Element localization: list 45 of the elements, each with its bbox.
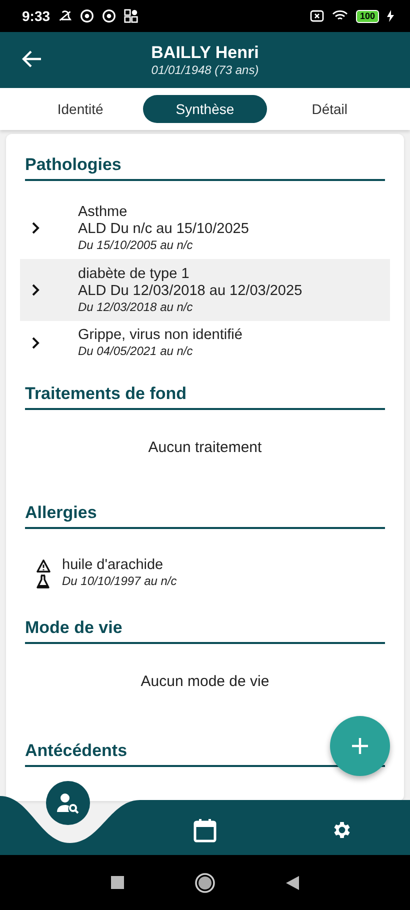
tab[interactable]: Identité [18,95,142,123]
pathology-row[interactable]: Grippe, virus non identifié Du 04/05/2021 au n/c [20,321,390,365]
tab[interactable]: Détail [268,95,392,123]
plus-icon [351,737,369,755]
section-title: Pathologies [25,154,385,181]
back-arrow-icon[interactable] [22,50,42,68]
home-icon[interactable] [194,872,216,894]
allergy-period: Du 10/10/1997 au n/c [62,574,178,589]
ald-period: ALD Du n/c au 15/10/2025 [78,220,249,238]
status-time: 9:33 [22,8,50,24]
pathology-name: Asthme [78,204,128,220]
section-title: Allergies [25,502,385,529]
chevron-icon [31,222,41,234]
section-title: Mode de vie [25,617,385,644]
allergy-name: huile d'arachide [62,557,164,574]
pathology-period: Du 04/05/2021 au n/c [78,344,194,359]
grid-icon [124,9,138,23]
target-icon [80,9,94,23]
tab[interactable]: Synthèse [142,95,267,123]
patient-birthdate: 01/01/1948 (73 ans) [151,63,259,77]
sim-icon [310,10,324,22]
target-icon [102,9,116,23]
wifi-icon [332,10,348,22]
charging-icon [387,10,394,22]
pathology-period: Du 15/10/2005 au n/c [78,238,194,252]
chevron-icon [31,337,41,349]
user-search-icon [56,792,80,814]
empty-message: Aucun mode de vie [140,672,270,692]
back-icon[interactable] [286,876,299,890]
warning-icon [36,558,51,572]
nav-tab[interactable] [46,781,90,825]
ald-period: ALD Du 12/03/2018 au 12/03/2025 [78,282,302,300]
flask-icon [36,574,50,589]
battery-level: 100 [356,10,379,22]
section-title: Traitements de fond [25,383,385,410]
muted-bell-icon [58,9,72,23]
pathology-row[interactable]: diabète de type 1 ALD Du 12/03/2018 au 12/03/2025 Du 12/03/2018 au n/c [20,259,390,321]
pathology-name: diabète de type 1 [78,266,190,282]
pathology-period: Du 12/03/2018 au n/c [78,300,194,314]
chevron-icon [31,284,41,296]
empty-message: Aucun traitement [147,438,263,458]
patient-name: BAILLY Henri [151,43,259,63]
pathology-name: Grippe, virus non identifié [78,327,242,344]
pathology-row[interactable]: Asthme ALD Du n/c au 15/10/2025 Du 15/10/2005 au n/c [20,197,390,259]
calendar-icon [193,818,217,842]
